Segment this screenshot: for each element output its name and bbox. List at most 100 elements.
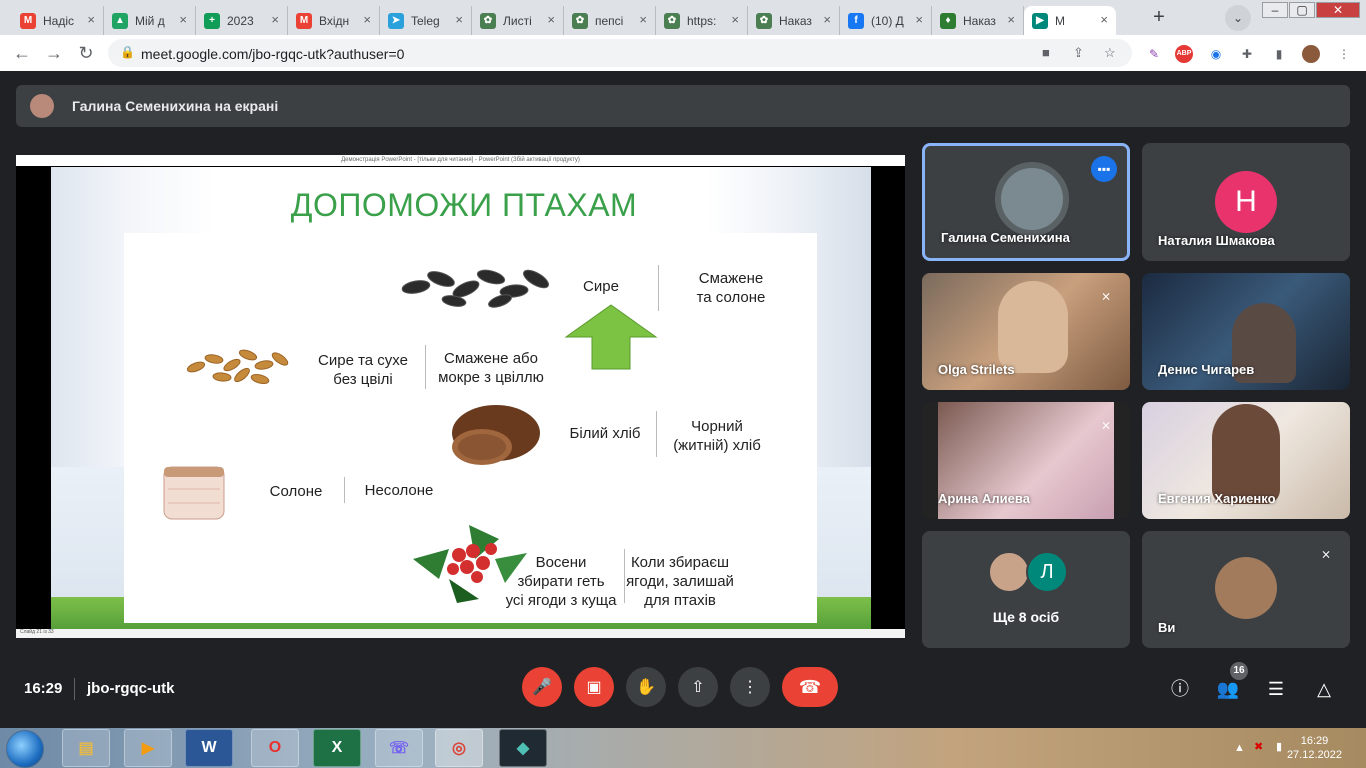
chat-button[interactable]: ☰ [1264, 677, 1288, 701]
powerpoint-status-bar: Слайд 21 із 33 [16, 629, 905, 638]
salted-label: Солоне [269, 483, 323, 500]
address-bar[interactable]: 🔒 meet.google.com/jbo-rgqc-utk?authuser=… [108, 39, 1132, 67]
tab-title: Мій д [135, 13, 165, 28]
leave-call-button[interactable]: ☎ [782, 667, 838, 707]
filmora-icon[interactable]: ◆ [499, 729, 547, 767]
opera-icon[interactable]: O [251, 729, 299, 767]
browser-tab[interactable]: ✿ Листі × [472, 6, 564, 35]
close-tab-icon[interactable]: × [363, 12, 371, 27]
browser-tab[interactable]: ✿ Наказ × [748, 6, 840, 35]
tab-search-button[interactable]: ⌄ [1225, 5, 1251, 31]
participant-tile[interactable]: ⨯ Арина Алиева [922, 402, 1130, 519]
tab-title: Teleg [411, 13, 440, 28]
meeting-clock: 16:29 [24, 680, 63, 697]
tab-title: (10) Д [871, 13, 904, 28]
browser-tab[interactable]: ➤ Teleg × [380, 6, 472, 35]
extension-circle-icon[interactable]: ◉ [1207, 45, 1225, 63]
browser-tab[interactable]: ♦ Наказ × [932, 6, 1024, 35]
signal-icon[interactable]: ▮ [1276, 740, 1282, 753]
viber-icon[interactable]: ☏ [375, 729, 423, 767]
divider [658, 265, 659, 311]
browser-tab[interactable]: f (10) Д × [840, 6, 932, 35]
participant-avatar [988, 551, 1030, 593]
browser-tab[interactable]: ▲ Мій д × [104, 6, 196, 35]
close-tab-icon[interactable]: × [547, 12, 555, 27]
word-icon[interactable]: W [185, 729, 233, 767]
participant-name: Арина Алиева [938, 491, 1030, 506]
camera-blocked-icon[interactable]: ■ [1042, 45, 1050, 60]
participant-name: Наталия Шмакова [1158, 233, 1275, 248]
close-tab-icon[interactable]: × [87, 12, 95, 27]
bookmark-star-icon[interactable]: ☆ [1104, 45, 1116, 61]
info-icon: ⓘ [1171, 679, 1189, 699]
close-tab-icon[interactable]: × [823, 12, 831, 27]
browser-tab[interactable]: ✿ https: × [656, 6, 748, 35]
camera-off-button[interactable]: ▣ [574, 667, 614, 707]
pen-extension-icon[interactable]: ✎ [1145, 45, 1163, 63]
self-tile[interactable]: ⨯ Ви [1142, 531, 1350, 648]
black-bread-label: Чорний (житній) хліб [673, 418, 761, 454]
new-tab-button[interactable]: + [1146, 5, 1172, 31]
browser-tab[interactable]: ▶ M × [1024, 6, 1116, 35]
close-tab-icon[interactable]: × [455, 12, 463, 27]
participant-tile[interactable]: Н Наталия Шмакова [1142, 143, 1350, 261]
maximize-button[interactable]: ▢ [1289, 2, 1315, 18]
media-player-icon[interactable]: ▶ [124, 729, 172, 767]
network-warning-icon[interactable]: ✖ [1254, 740, 1263, 753]
back-button[interactable]: ← [10, 41, 34, 65]
reload-button[interactable]: ↻ [74, 41, 98, 65]
participant-tile[interactable]: Денис Чигарев [1142, 273, 1350, 390]
raw-dry-label: Сире та сухе без цвілі [318, 352, 408, 388]
close-tab-icon[interactable]: × [179, 12, 187, 27]
profile-avatar[interactable] [1302, 45, 1320, 63]
people-button[interactable]: 👥 [1216, 677, 1240, 701]
forward-button[interactable]: → [42, 41, 66, 65]
start-button[interactable] [6, 730, 44, 768]
chrome-menu-icon[interactable]: ⋮ [1335, 45, 1353, 63]
chrome-icon[interactable]: ◎ [435, 729, 483, 767]
more-participants-tile[interactable]: Л Ще 8 осіб [922, 531, 1130, 648]
participant-tile[interactable]: ⨯ Olga Strilets [922, 273, 1130, 390]
meeting-details-button[interactable]: ⓘ [1168, 677, 1192, 701]
share-icon[interactable]: ⇪ [1073, 45, 1084, 61]
browser-tab[interactable]: M Вхідн × [288, 6, 380, 35]
browser-tab[interactable]: M Надіс × [12, 6, 104, 35]
tab-title: Наказ [963, 13, 996, 28]
powerpoint-title-bar: Демонстрація PowerPoint - [тільки для чи… [16, 155, 905, 166]
mic-off-button[interactable]: 🎤 [522, 667, 562, 707]
tray-expand-icon[interactable]: ▲ [1234, 742, 1245, 754]
browser-tab[interactable]: ✿ пепсі × [564, 6, 656, 35]
windows-taskbar: ▤ ▶ W O X ☏ ◎ ◆ ▲ ✖ ▮ 16:29 27.12.2022 [0, 728, 1366, 768]
google-meet-icon: ▶ [1032, 12, 1048, 29]
divider [74, 678, 75, 700]
close-tab-icon[interactable]: × [1100, 12, 1108, 27]
browser-tab[interactable]: +2023 × [196, 6, 288, 35]
participant-avatar [995, 162, 1069, 236]
extensions-puzzle-icon[interactable]: ✚ [1238, 45, 1256, 63]
present-screen-button[interactable]: ⇧ [678, 667, 718, 707]
close-tab-icon[interactable]: × [639, 12, 647, 27]
activities-button[interactable]: △ [1312, 677, 1336, 701]
google-sheets-icon: + [204, 12, 220, 29]
site-icon: ✿ [572, 12, 588, 29]
presenting-text: Галина Семенихина на екрані [72, 98, 279, 114]
explorer-icon[interactable]: ▤ [62, 729, 110, 767]
minimize-button[interactable]: – [1262, 2, 1288, 18]
close-tab-icon[interactable]: × [915, 12, 923, 27]
side-panel-icon[interactable]: ▮ [1270, 45, 1288, 63]
tab-title: пепсі [595, 13, 624, 28]
adblock-extension-icon[interactable]: ABP [1175, 45, 1193, 63]
close-tab-icon[interactable]: × [271, 12, 279, 27]
tray-clock[interactable]: 16:29 27.12.2022 [1287, 734, 1342, 762]
participant-tile[interactable]: ▪▪▪ Галина Семенихина [922, 143, 1130, 261]
close-tab-icon[interactable]: × [1007, 12, 1015, 27]
excel-icon[interactable]: X [313, 729, 361, 767]
when-pick-label: Коли збираєш ягоди, залишай для птахів [626, 554, 734, 609]
participant-tile[interactable]: Евгения Хариенко [1142, 402, 1350, 519]
close-tab-icon[interactable]: × [731, 12, 739, 27]
close-window-button[interactable]: ✕ [1316, 2, 1360, 18]
speaking-indicator-icon: ▪▪▪ [1091, 156, 1117, 182]
camera-off-icon: ▣ [586, 679, 602, 696]
more-options-button[interactable]: ⋮ [730, 667, 770, 707]
raise-hand-button[interactable]: ✋ [626, 667, 666, 707]
